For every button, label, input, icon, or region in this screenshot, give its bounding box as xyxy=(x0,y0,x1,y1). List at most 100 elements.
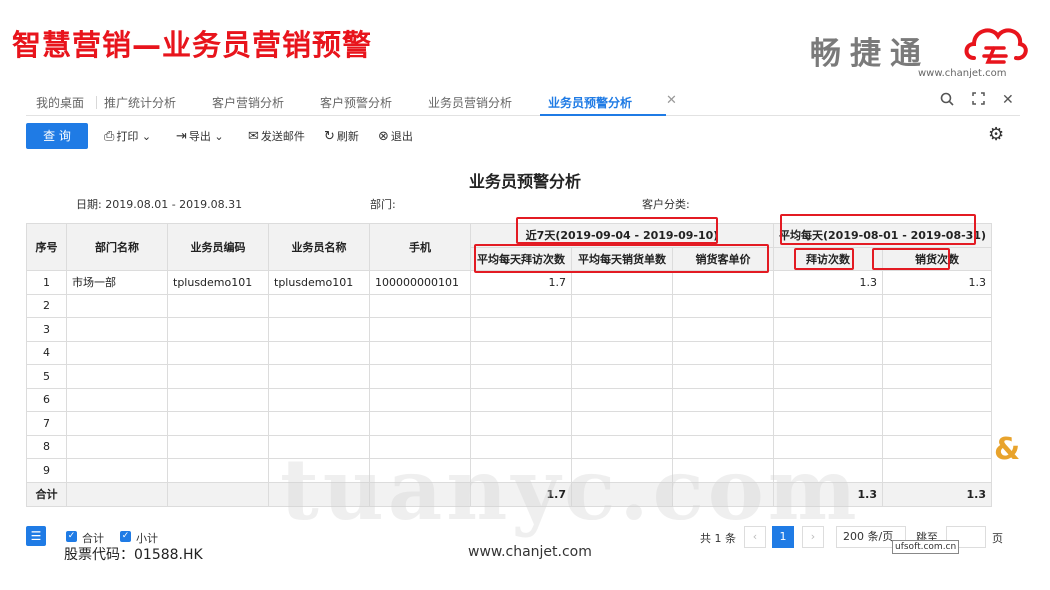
cell-avg-daily-orders xyxy=(571,317,673,342)
sum-checkbox[interactable]: ✓ xyxy=(66,531,77,542)
cell-department xyxy=(66,434,168,459)
print-label: 打印 xyxy=(116,130,139,143)
cell-salesman-name xyxy=(268,317,370,342)
table-row[interactable]: 2 xyxy=(26,293,993,318)
page-unit-label: 页 xyxy=(992,532,1003,545)
table-row[interactable]: 6 xyxy=(26,387,993,412)
cell-phone xyxy=(369,364,471,389)
export-button[interactable]: ⇥ 导出 ⌄ xyxy=(176,128,224,144)
header-visits: 拜访次数 xyxy=(773,246,883,271)
department-label: 部门: xyxy=(370,198,396,211)
header-department: 部门名称 xyxy=(66,223,168,271)
tab-salesman-marketing[interactable]: 业务员营销分析 xyxy=(428,94,512,111)
cell-sales xyxy=(881,434,993,459)
header-unit-price: 销货客单价 xyxy=(672,246,774,271)
print-button[interactable]: ⎙ 打印 ⌄ xyxy=(104,128,151,144)
cell-sales xyxy=(881,411,993,436)
page-1-button[interactable]: 1 xyxy=(772,526,794,548)
send-email-button[interactable]: ✉ 发送邮件 xyxy=(248,128,305,144)
cell-phone xyxy=(369,293,471,318)
cell-sales xyxy=(881,340,993,365)
cell-visits xyxy=(773,411,883,436)
cell-department xyxy=(66,340,168,365)
cell-avg-daily-orders xyxy=(571,270,673,295)
query-button[interactable]: 查 询 xyxy=(26,123,88,149)
cell-index: 7 xyxy=(26,411,67,436)
tab-bar: 我的桌面 推广统计分析 客户营销分析 客户预警分析 业务员营销分析 业务员预警分… xyxy=(26,90,1020,116)
column-settings-icon[interactable]: ☰ xyxy=(26,526,46,546)
fullscreen-icon[interactable] xyxy=(972,92,985,109)
exit-button[interactable]: ⊗ 退出 xyxy=(378,128,413,144)
cell-index: 5 xyxy=(26,364,67,389)
cell-department: 市场一部 xyxy=(66,270,168,295)
gear-icon[interactable]: ⚙ xyxy=(988,124,1004,145)
cell-salesman-name xyxy=(268,411,370,436)
cell-avg-daily-visits: 1.7 xyxy=(470,270,572,295)
brand-logo: 畅捷通 www.chanjet.com xyxy=(810,16,1035,82)
send-email-label: 发送邮件 xyxy=(260,130,305,143)
search-icon[interactable] xyxy=(940,92,954,110)
table-cell xyxy=(167,481,269,507)
report-title: 业务员预警分析 xyxy=(468,172,581,191)
cell-department xyxy=(66,317,168,342)
header-avg-daily-visits: 平均每天拜访次数 xyxy=(470,246,572,271)
cell-salesman-code xyxy=(167,458,269,483)
cell-avg-daily-orders xyxy=(571,293,673,318)
cell-index: 1 xyxy=(26,270,67,295)
cell-salesman-code xyxy=(167,317,269,342)
cell-avg-daily-visits xyxy=(470,293,572,318)
brand-name: 畅捷通 xyxy=(810,36,930,72)
next-page-button[interactable]: › xyxy=(802,526,824,548)
cell-visits xyxy=(773,340,883,365)
tab-my-desktop[interactable]: 我的桌面 xyxy=(36,94,84,111)
cell-salesman-code xyxy=(167,411,269,436)
header-index: 序号 xyxy=(26,223,67,271)
close-window-icon[interactable]: ✕ xyxy=(1002,92,1014,108)
cell-avg-daily-visits xyxy=(470,317,572,342)
cell-phone xyxy=(369,387,471,412)
header-salesman-code: 业务员编码 xyxy=(167,223,269,271)
subtotal-checkbox[interactable]: ✓ xyxy=(120,531,131,542)
cell-phone xyxy=(369,340,471,365)
table-row[interactable]: 3 xyxy=(26,317,993,342)
cell-avg-daily-visits xyxy=(470,387,572,412)
tab-customer-marketing[interactable]: 客户营销分析 xyxy=(212,94,284,111)
cell-salesman-code xyxy=(167,434,269,459)
cell-index: 3 xyxy=(26,317,67,342)
cell-sales xyxy=(881,293,993,318)
total-label: 合计 xyxy=(26,481,67,507)
prev-page-button[interactable]: ‹ xyxy=(744,526,766,548)
toolbar: 查 询 ⎙ 打印 ⌄ ⇥ 导出 ⌄ ✉ 发送邮件 ↻ 刷新 ⊗ 退出 ⚙ xyxy=(26,122,1020,150)
cell-avg-daily-visits xyxy=(470,340,572,365)
cell-unit-price xyxy=(672,387,774,412)
tab-salesman-warning[interactable]: 业务员预警分析 xyxy=(548,94,632,111)
refresh-label: 刷新 xyxy=(336,130,359,143)
cell-sales xyxy=(881,458,993,483)
cell-salesman-code xyxy=(167,340,269,365)
total-count: 共 1 条 xyxy=(700,532,736,545)
tab-customer-warning[interactable]: 客户预警分析 xyxy=(320,94,392,111)
refresh-button[interactable]: ↻ 刷新 xyxy=(324,128,359,144)
tab-close-icon[interactable]: ✕ xyxy=(666,93,677,108)
table-row[interactable]: 5 xyxy=(26,364,993,389)
site-url: www.chanjet.com xyxy=(468,544,592,560)
exit-icon: ⊗ xyxy=(378,129,389,144)
cell-index: 2 xyxy=(26,293,67,318)
cell-phone xyxy=(369,411,471,436)
header-group-last7days: 近7天(2019-09-04 - 2019-09-10) xyxy=(470,223,774,248)
cell-index: 4 xyxy=(26,340,67,365)
cell-department xyxy=(66,293,168,318)
cell-department xyxy=(66,364,168,389)
email-icon: ✉ xyxy=(248,129,259,144)
tab-separator xyxy=(96,96,97,109)
tab-promotion-stats[interactable]: 推广统计分析 xyxy=(104,94,176,111)
table-row[interactable]: 7 xyxy=(26,411,993,436)
table-row[interactable]: 4 xyxy=(26,340,993,365)
cell-unit-price xyxy=(672,270,774,295)
table-row[interactable]: 1 市场一部 tplusdemo101 tplusdemo101 10000000010… xyxy=(26,270,993,295)
header-group-daily-average: 平均每天(2019-08-01 - 2019-08-31) xyxy=(772,223,993,248)
cell-unit-price xyxy=(672,293,774,318)
cell-visits xyxy=(773,293,883,318)
cell-salesman-name xyxy=(268,364,370,389)
cell-unit-price xyxy=(672,411,774,436)
